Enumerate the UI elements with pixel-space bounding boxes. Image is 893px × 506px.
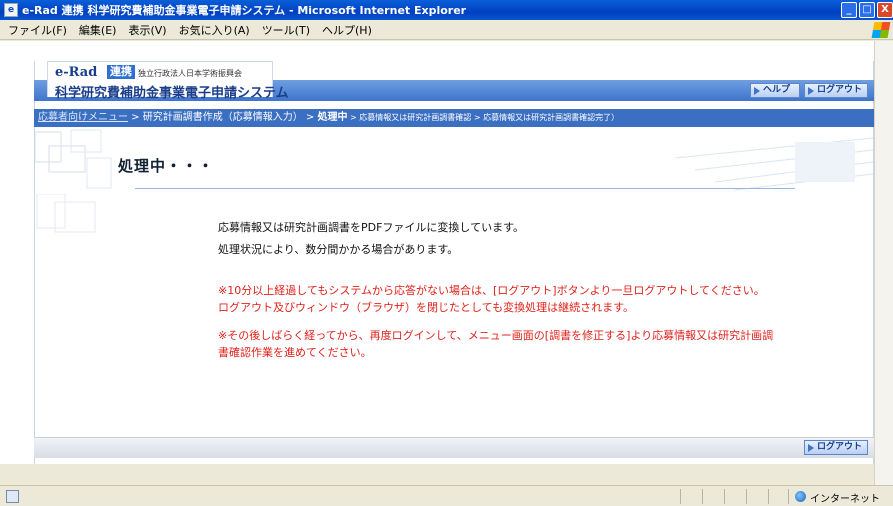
page-status-icon — [6, 490, 19, 503]
menu-bar: ファイル(F) 編集(E) 表示(V) お気に入り(A) ツール(T) ヘルプ(… — [0, 20, 893, 40]
zone-label: インターネット — [810, 494, 880, 505]
breadcrumb-step-input: 研究計画調書作成（応募情報入力） — [142, 112, 303, 123]
breadcrumb-sep: > — [471, 113, 484, 122]
logo-renkei-badge: 連携 — [107, 65, 135, 79]
status-divider — [788, 489, 789, 504]
breadcrumb-sep: > — [128, 112, 143, 123]
vertical-scrollbar[interactable] — [874, 41, 893, 485]
grid-decoration-icon — [36, 194, 96, 233]
message-converting: 応募情報又は研究計画調書をPDFファイルに変換しています。 — [218, 221, 524, 234]
logo-system-name: 科学研究費補助金事業電子申請システム — [55, 86, 289, 101]
menu-edit[interactable]: 編集(E) — [79, 22, 117, 38]
warning-relogin-line2: 書確認作業を進めてください。 — [218, 346, 372, 359]
footer-band — [34, 437, 874, 458]
breadcrumb-sep: > — [347, 113, 360, 122]
menu-favorites[interactable]: お気に入り(A) — [179, 22, 250, 38]
status-bar: インターネット — [0, 485, 893, 506]
menu-tools[interactable]: ツール(T) — [262, 22, 310, 38]
menu-help[interactable]: ヘルプ(H) — [322, 22, 372, 38]
message-wait: 処理状況により、数分間かかる場合があります。 — [218, 243, 459, 256]
breadcrumb: 応募者向けメニュー > 研究計画調書作成（応募情報入力） > 処理中 > 応募情… — [34, 109, 874, 127]
breadcrumb-current: 処理中 — [317, 112, 348, 123]
status-divider — [702, 489, 703, 504]
logout-bottom-label: ログアウト — [817, 442, 863, 452]
page-title: 処理中・・・ — [118, 157, 215, 175]
status-divider — [746, 489, 747, 504]
window-title: e-Rad 連携 科学研究費補助金事業電子申請システム - Microsoft … — [22, 4, 467, 17]
menu-file[interactable]: ファイル(F) — [8, 22, 67, 38]
logo-erad: e-Rad — [55, 65, 98, 80]
logout-button-label: ログアウト — [817, 85, 863, 95]
warning-timeout-line1: ※10分以上経過してもシステムから応答がない場合は、[ログアウト]ボタンより一旦… — [218, 284, 765, 297]
warning-relogin: ※その後しばらく経ってから、再度ログインして、メニュー画面の[調書を修正する]よ… — [218, 327, 878, 361]
status-divider — [724, 489, 725, 504]
arrow-right-icon — [808, 444, 814, 452]
breadcrumb-step-confirm: 応募情報又は研究計画調書確認 — [359, 113, 472, 122]
minimize-button[interactable]: _ — [841, 2, 857, 18]
help-button-label: ヘルプ — [763, 85, 791, 95]
warning-timeout-line2: ログアウト及びウィンドウ（ブラウザ）を閉じたとしても変換処理は継続されます。 — [218, 301, 635, 314]
logout-button-top[interactable]: ログアウト — [804, 83, 868, 98]
window-controls: _ □ X — [841, 2, 893, 18]
window-title-bar: e e-Rad 連携 科学研究費補助金事業電子申請システム - Microsof… — [0, 0, 893, 20]
help-button[interactable]: ヘルプ — [750, 83, 800, 98]
logo-organization: 独立行政法人日本学術振興会 — [138, 69, 242, 78]
internet-zone-icon — [795, 491, 806, 502]
close-button[interactable]: X — [877, 2, 893, 18]
windows-logo-icon — [871, 22, 891, 38]
menu-view[interactable]: 表示(V) — [128, 22, 166, 38]
logout-button-bottom[interactable]: ログアウト — [804, 440, 868, 455]
arrow-right-icon — [754, 87, 760, 95]
left-decoration — [35, 194, 135, 234]
ie-app-icon: e — [4, 3, 18, 17]
status-divider — [768, 489, 769, 504]
arrow-right-icon — [808, 87, 814, 95]
maximize-button[interactable]: □ — [859, 2, 875, 18]
breadcrumb-sep: > — [302, 112, 318, 123]
breadcrumb-step-complete: 応募情報又は研究計画調書確認完了） — [483, 113, 620, 122]
title-underline — [135, 188, 795, 189]
site-logo: e-Rad 連携 独立行政法人日本学術振興会 科学研究費補助金事業電子申請システ… — [47, 61, 289, 101]
status-divider — [680, 489, 681, 504]
breadcrumb-link-menu[interactable]: 応募者向けメニュー — [38, 112, 128, 123]
warning-relogin-line1: ※その後しばらく経ってから、再度ログインして、メニュー画面の[調書を修正する]よ… — [218, 329, 774, 342]
warning-timeout: ※10分以上経過してもシステムから応答がない場合は、[ログアウト]ボタンより一旦… — [218, 282, 878, 316]
